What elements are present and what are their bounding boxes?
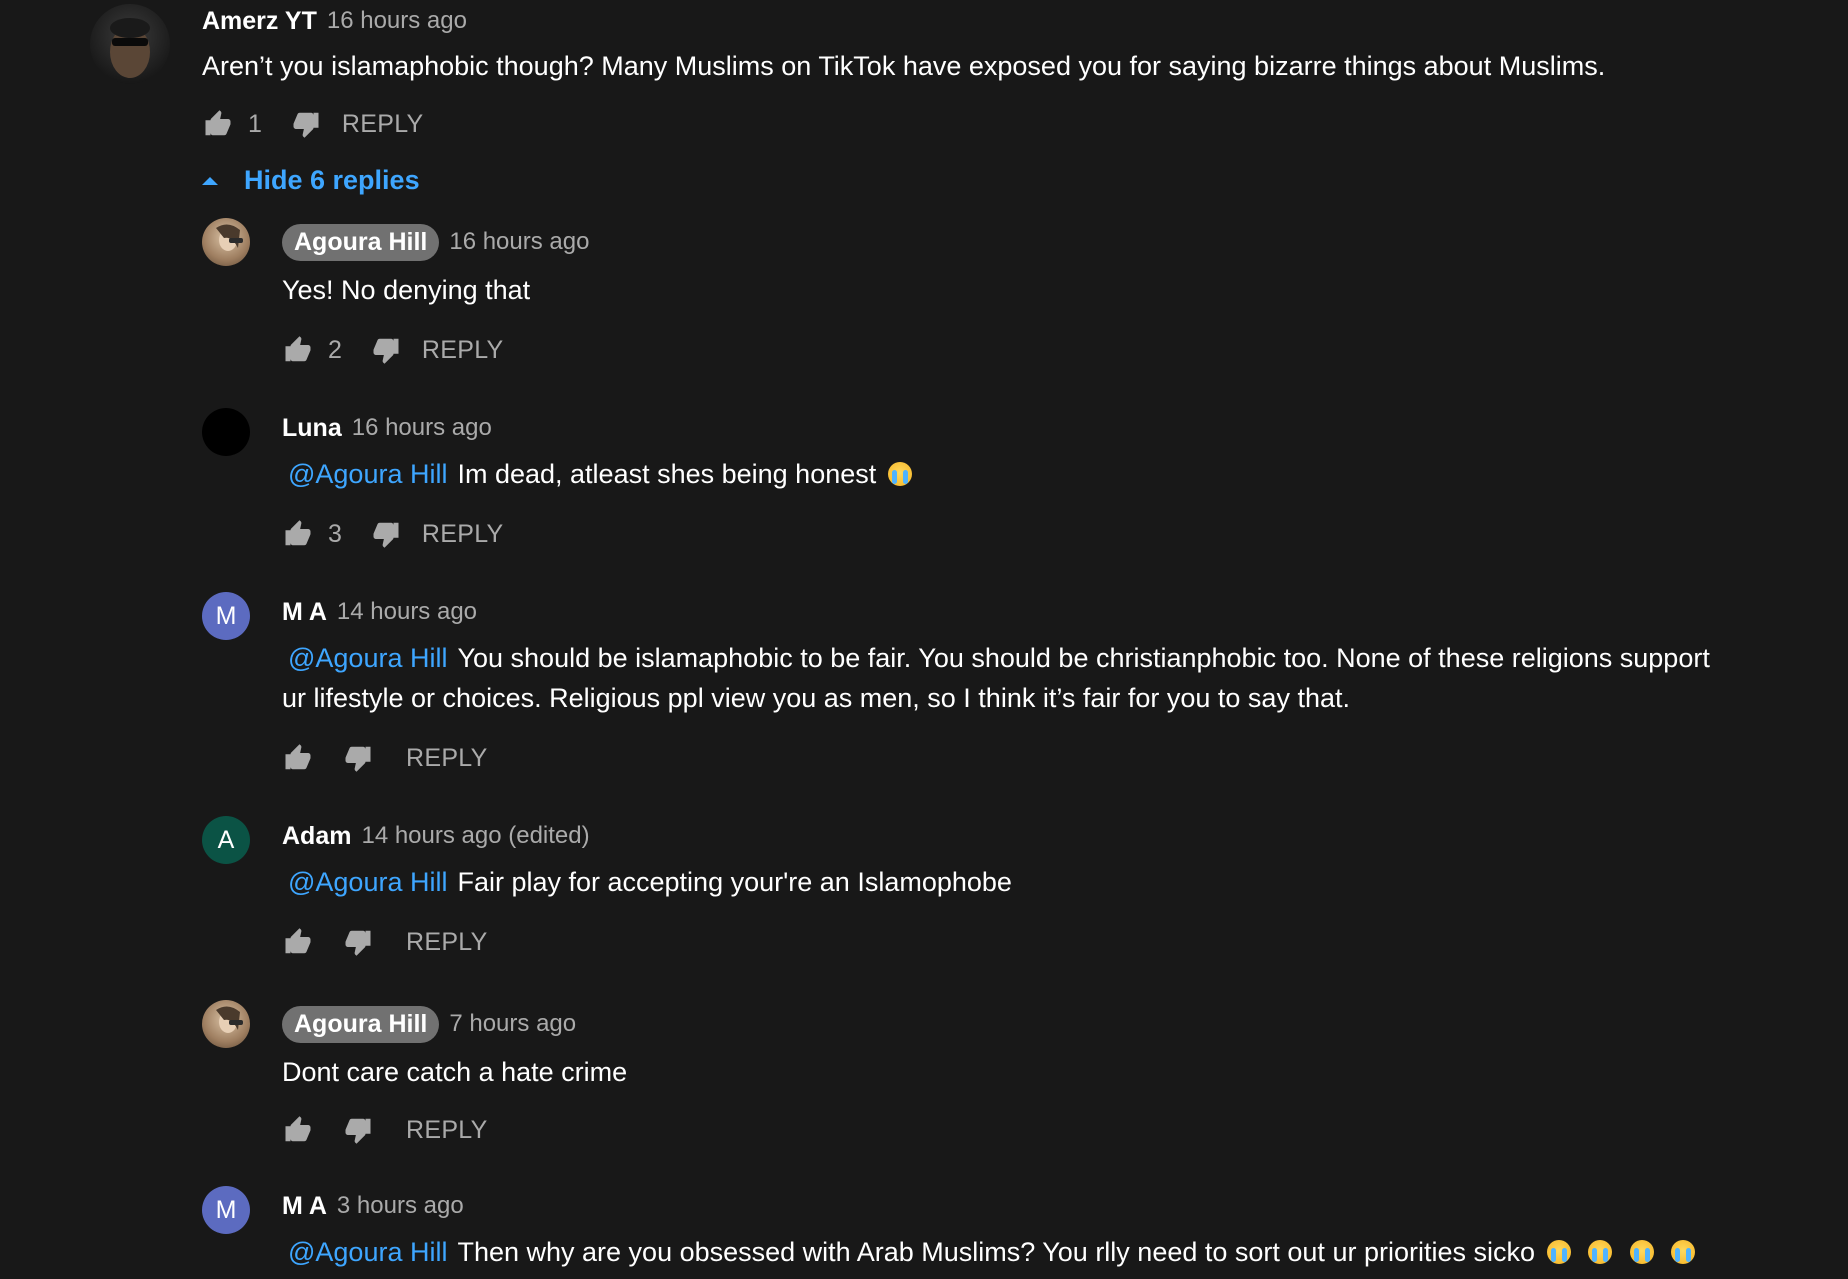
thumbs-up-icon[interactable] xyxy=(282,742,314,774)
thumbs-down-icon[interactable] xyxy=(342,742,374,774)
loudly-crying-face-icon xyxy=(1671,1240,1696,1264)
comment-text: @Agoura Hill You should be islamaphobic t… xyxy=(282,638,1828,718)
caret-up-icon xyxy=(202,176,218,185)
avatar-photo-icon xyxy=(216,224,243,251)
comment-text-continued: ur lifestyle or choices. Religious ppl v… xyxy=(282,683,1350,713)
mention-link[interactable]: @Agoura Hill xyxy=(288,867,447,897)
reply-button[interactable]: REPLY xyxy=(406,1116,488,1145)
comment-actions: REPLY xyxy=(282,738,1828,778)
comment-time[interactable]: 7 hours ago xyxy=(449,1010,576,1038)
reply-button[interactable]: REPLY xyxy=(406,928,488,957)
avatar[interactable]: M xyxy=(202,1186,250,1234)
avatar[interactable] xyxy=(202,218,250,266)
comment-actions: REPLY xyxy=(282,1110,1828,1150)
comment-text: @Agoura Hill Im dead, atleast shes being … xyxy=(282,454,1828,494)
reply-button[interactable]: REPLY xyxy=(422,336,504,365)
comment-time[interactable]: 14 hours ago xyxy=(337,598,477,626)
thumbs-up-icon[interactable] xyxy=(282,518,314,550)
reply-button[interactable]: REPLY xyxy=(342,110,424,139)
comment-text: @Agoura Hill Fair play for accepting your… xyxy=(282,862,1828,902)
comment-actions: REPLY xyxy=(282,922,1828,962)
comment-text: Aren’t you islamaphobic though? Many Mus… xyxy=(202,51,1606,81)
comment-time[interactable]: 16 hours ago xyxy=(352,414,492,442)
creator-author-badge[interactable]: Agoura Hill xyxy=(282,1005,440,1043)
reply-button[interactable]: REPLY xyxy=(406,744,488,773)
comments-section: Amerz YT 16 hours ago Aren’t you islamap… xyxy=(0,0,1848,1279)
like-count: 1 xyxy=(248,109,262,138)
comment-text: @Agoura Hill Then why are you obsessed wi… xyxy=(282,1232,1828,1272)
mention-link[interactable]: @Agoura Hill xyxy=(288,459,447,489)
avatar[interactable] xyxy=(202,408,250,456)
thumbs-down-icon[interactable] xyxy=(342,926,374,958)
mention-link[interactable]: @Agoura Hill xyxy=(288,643,447,673)
comment-text: Dont care catch a hate crime xyxy=(282,1052,1828,1092)
comment-author[interactable]: M A xyxy=(282,598,327,627)
thumbs-up-icon[interactable] xyxy=(282,1114,314,1146)
comment-text-content: Im dead, atleast shes being honest xyxy=(457,459,877,489)
loudly-crying-face-icon xyxy=(1546,1240,1571,1264)
thumbs-up-icon[interactable] xyxy=(282,334,314,366)
avatar-face-icon xyxy=(110,18,150,78)
loudly-crying-face-icon xyxy=(1588,1240,1613,1264)
mention-link[interactable]: @Agoura Hill xyxy=(288,1237,447,1267)
avatar-letter: M xyxy=(215,601,237,630)
like-count: 2 xyxy=(328,335,342,364)
thumbs-down-icon[interactable] xyxy=(370,518,402,550)
hide-replies-toggle[interactable]: Hide 6 replies xyxy=(202,165,420,196)
comment-text-content: Dont care catch a hate crime xyxy=(282,1057,628,1087)
avatar[interactable]: M xyxy=(202,592,250,640)
avatar-letter: A xyxy=(217,825,235,854)
loudly-crying-face-icon xyxy=(1629,1240,1654,1264)
avatar[interactable] xyxy=(202,1000,250,1048)
thumbs-down-icon[interactable] xyxy=(342,1114,374,1146)
avatar-photo-icon xyxy=(216,1006,243,1033)
comment-actions: 2 REPLY xyxy=(282,330,1828,370)
comment-text-content: You should be islamaphobic to be fair. Y… xyxy=(457,643,1710,673)
reply-button[interactable]: REPLY xyxy=(422,520,504,549)
creator-author-badge[interactable]: Agoura Hill xyxy=(282,223,440,261)
comment-text: Yes! No denying that xyxy=(282,270,1828,310)
top-comment-body: Amerz YT 16 hours ago Aren’t you islamap… xyxy=(202,0,1605,144)
comment-time[interactable]: 14 hours ago (edited) xyxy=(361,822,589,850)
comment-text-content: Then why are you obsessed with Arab Musl… xyxy=(457,1237,1535,1267)
thumbs-up-icon[interactable] xyxy=(282,926,314,958)
thumbs-down-icon[interactable] xyxy=(370,334,402,366)
avatar-letter: M xyxy=(215,1195,237,1224)
comment-text-content: Fair play for accepting your're an Islam… xyxy=(457,867,1012,897)
comment-time[interactable]: 16 hours ago xyxy=(327,7,467,35)
comment-time[interactable]: 16 hours ago xyxy=(449,228,589,256)
comment-actions: 3 REPLY xyxy=(282,514,1828,554)
hide-replies-label: Hide 6 replies xyxy=(244,165,420,195)
comment-author[interactable]: M A xyxy=(282,1192,327,1221)
comment-author[interactable]: Adam xyxy=(282,822,351,851)
like-count: 3 xyxy=(328,519,342,548)
comment-time[interactable]: 3 hours ago xyxy=(337,1192,464,1220)
avatar[interactable]: A xyxy=(202,816,250,864)
comment-actions: 1 REPLY xyxy=(202,104,1605,144)
comment-author[interactable]: Luna xyxy=(282,414,342,443)
thumbs-up-icon[interactable] xyxy=(202,108,234,140)
avatar[interactable] xyxy=(90,4,170,84)
comment-text-content: Yes! No denying that xyxy=(282,275,531,305)
comment-author[interactable]: Amerz YT xyxy=(202,7,317,36)
loudly-crying-face-icon xyxy=(887,462,912,486)
thumbs-down-icon[interactable] xyxy=(290,108,322,140)
